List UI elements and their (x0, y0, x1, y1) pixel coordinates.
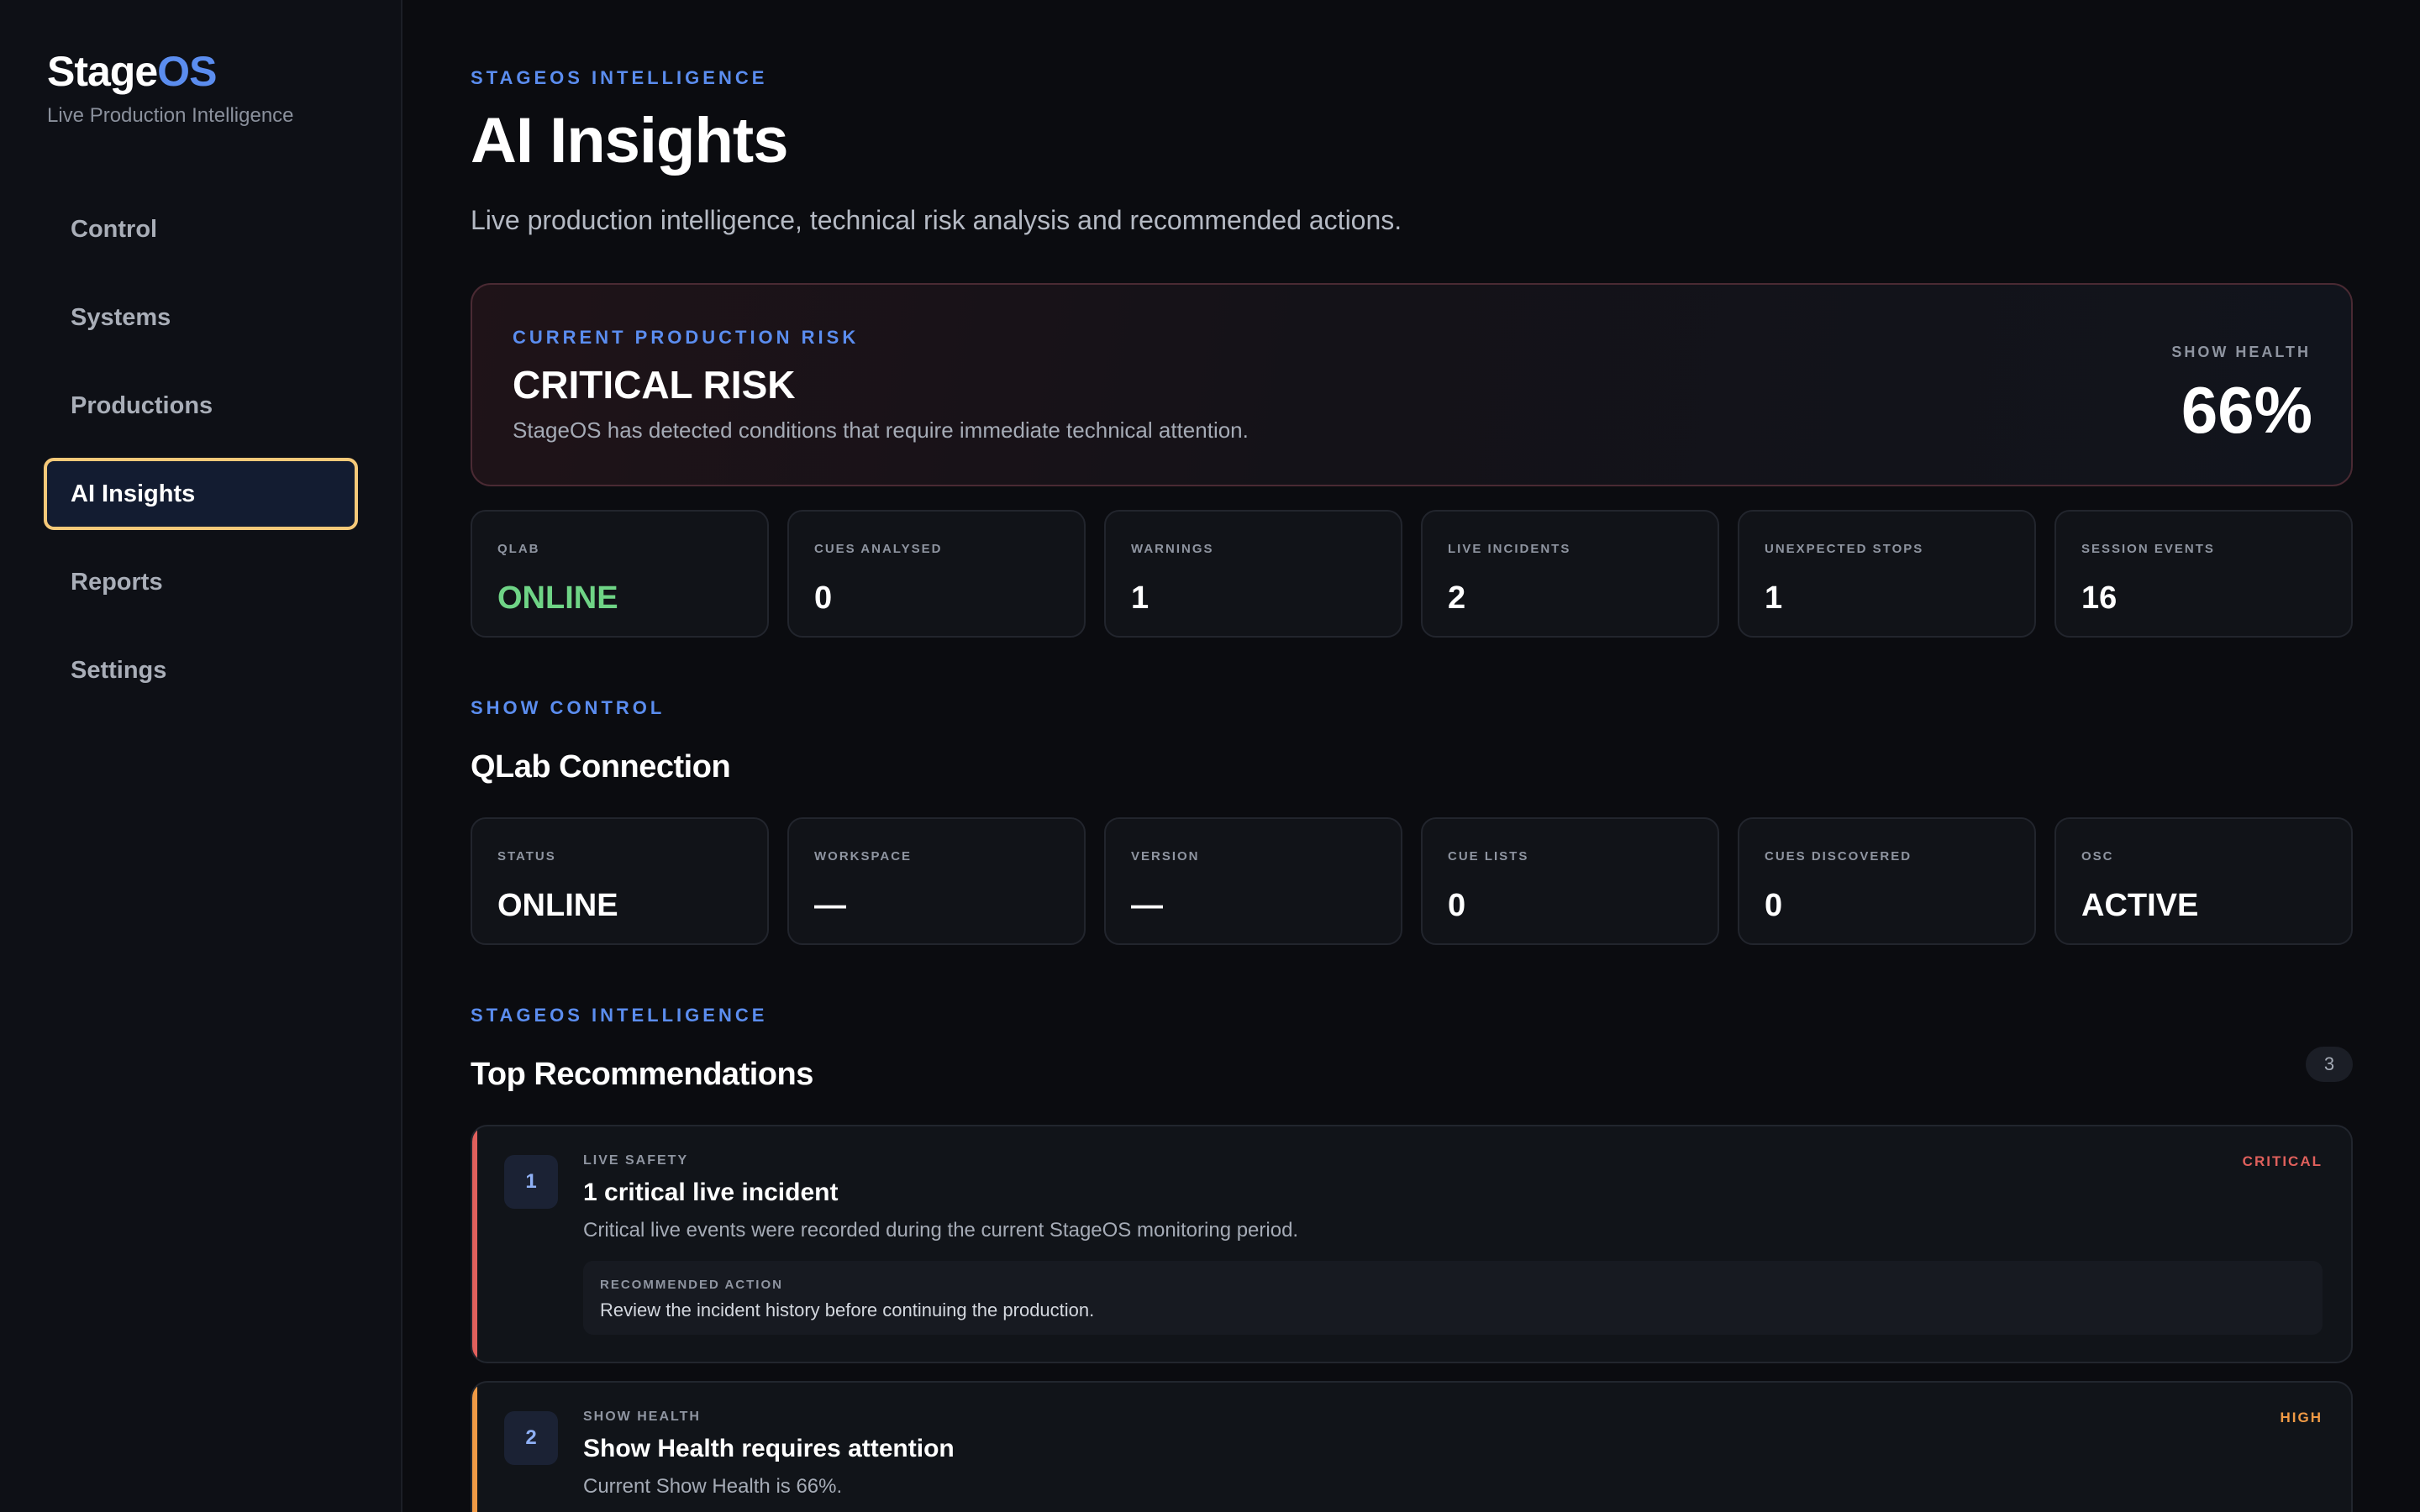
stat-status: STATUS ONLINE (471, 817, 769, 945)
stat-value: 0 (1765, 888, 1783, 923)
recommendation-description: Current Show Health is 66%. (583, 1475, 843, 1498)
stat-value: ACTIVE (2081, 888, 2199, 923)
recommendation-card[interactable]: 2 SHOW HEALTH Show Health requires atten… (471, 1381, 2353, 1512)
stat-value: ONLINE (497, 888, 618, 923)
stat-value: ONLINE (497, 580, 618, 616)
stat-label: SESSION EVENTS (2081, 542, 2215, 556)
stat-value: 0 (1448, 888, 1466, 923)
sidebar-nav: Control Systems Productions AI Insights … (44, 193, 358, 722)
stat-label: WORKSPACE (814, 849, 913, 864)
stat-unexpected-stops: UNEXPECTED STOPS 1 (1738, 510, 2036, 638)
qlab-connection-title: QLab Connection (471, 749, 731, 785)
risk-level: CRITICAL RISK (513, 363, 796, 407)
stat-label: QLAB (497, 542, 540, 556)
sidebar-item-reports[interactable]: Reports (44, 546, 358, 618)
sidebar-item-control[interactable]: Control (44, 193, 358, 265)
severity-label: HIGH (2280, 1410, 2323, 1425)
stat-value: 1 (1765, 580, 1783, 616)
recommendation-number: 2 (504, 1411, 558, 1465)
brand-logo[interactable]: StageOS (47, 47, 294, 96)
brand-name-accent: OS (157, 48, 217, 95)
recommended-action-text: Review the incident history before conti… (600, 1299, 1095, 1320)
risk-description: StageOS has detected conditions that req… (513, 417, 1249, 443)
stat-label: OSC (2081, 849, 2114, 864)
recommendation-category: SHOW HEALTH (583, 1410, 701, 1424)
stat-label: VERSION (1131, 849, 1200, 864)
severity-label: CRITICAL (2242, 1153, 2323, 1169)
stat-live-incidents: LIVE INCIDENTS 2 (1421, 510, 1719, 638)
severity-bar (472, 1383, 477, 1512)
sidebar: StageOS Live Production Intelligence Con… (0, 0, 402, 1512)
stat-label: UNEXPECTED STOPS (1765, 542, 1924, 556)
recommendation-title: Show Health requires attention (583, 1435, 955, 1462)
stat-label: WARNINGS (1131, 542, 1214, 556)
show-health-label: SHOW HEALTH (2171, 344, 2311, 360)
recommendation-title: 1 critical live incident (583, 1179, 839, 1206)
recommendations-eyebrow: STAGEOS INTELLIGENCE (471, 1005, 768, 1026)
stat-value: — (814, 888, 846, 923)
recommendation-description: Critical live events were recorded durin… (583, 1219, 1299, 1242)
brand: StageOS Live Production Intelligence (47, 47, 294, 128)
show-health-value: 66% (2181, 373, 2312, 447)
stat-cues-analysed: CUES ANALYSED 0 (787, 510, 1086, 638)
stat-label: CUE LISTS (1448, 849, 1529, 864)
recommendation-category: LIVE SAFETY (583, 1153, 689, 1168)
summary-stats: QLAB ONLINE CUES ANALYSED 0 WARNINGS 1 L… (471, 510, 2353, 638)
top-recommendations-title: Top Recommendations (471, 1057, 813, 1092)
recommendation-card[interactable]: 1 LIVE SAFETY 1 critical live incident C… (471, 1125, 2353, 1363)
stat-value: 0 (814, 580, 833, 616)
recommended-action-label: RECOMMENDED ACTION (600, 1278, 783, 1292)
stat-label: STATUS (497, 849, 556, 864)
recommendation-number: 1 (504, 1155, 558, 1209)
risk-eyebrow: CURRENT PRODUCTION RISK (513, 327, 860, 348)
sidebar-item-ai-insights[interactable]: AI Insights (44, 458, 358, 530)
stat-label: CUES DISCOVERED (1765, 849, 1912, 864)
sidebar-item-productions[interactable]: Productions (44, 370, 358, 442)
stat-value: 16 (2081, 580, 2118, 616)
sidebar-item-settings[interactable]: Settings (44, 634, 358, 706)
stat-value: 1 (1131, 580, 1150, 616)
stat-label: LIVE INCIDENTS (1448, 542, 1571, 556)
stat-version: VERSION — (1104, 817, 1402, 945)
show-control-eyebrow: SHOW CONTROL (471, 697, 666, 718)
stat-cue-lists: CUE LISTS 0 (1421, 817, 1719, 945)
page-title: AI Insights (471, 105, 788, 176)
production-risk-card: CURRENT PRODUCTION RISK CRITICAL RISK St… (471, 283, 2353, 486)
sidebar-item-systems[interactable]: Systems (44, 281, 358, 354)
stat-value: — (1131, 888, 1163, 923)
recommendations-count-badge: 3 (2306, 1047, 2353, 1082)
brand-name-main: Stage (47, 48, 158, 95)
recommended-action-box: RECOMMENDED ACTION Review the incident h… (583, 1261, 2323, 1335)
page-subtitle: Live production intelligence, technical … (471, 205, 1402, 235)
stat-value: 2 (1448, 580, 1466, 616)
stat-session-events: SESSION EVENTS 16 (2054, 510, 2353, 638)
app-root: StageOS Live Production Intelligence Con… (0, 0, 2420, 1512)
stat-cues-discovered: CUES DISCOVERED 0 (1738, 817, 2036, 945)
stat-label: CUES ANALYSED (814, 542, 943, 556)
stat-osc: OSC ACTIVE (2054, 817, 2353, 945)
stat-qlab: QLAB ONLINE (471, 510, 769, 638)
stat-workspace: WORKSPACE — (787, 817, 1086, 945)
qlab-connection-stats: STATUS ONLINE WORKSPACE — VERSION — CUE … (471, 817, 2353, 945)
page-eyebrow: STAGEOS INTELLIGENCE (471, 67, 768, 88)
brand-subtitle: Live Production Intelligence (47, 104, 294, 127)
stat-warnings: WARNINGS 1 (1104, 510, 1402, 638)
severity-bar (472, 1126, 477, 1362)
